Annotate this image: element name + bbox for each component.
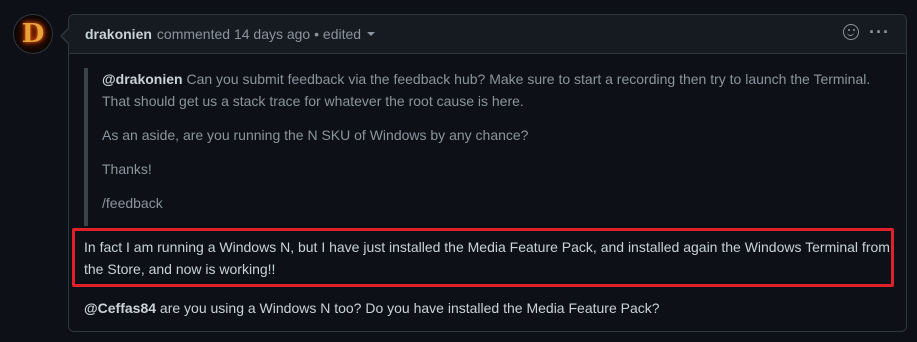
quote-paragraph-2: As an aside, are you running the N SKU o… — [102, 127, 529, 143]
quote-paragraph-1: @drakonien Can you submit feedback via t… — [102, 71, 871, 109]
mention-link[interactable]: @Ceffas84 — [84, 300, 156, 316]
avatar-logo: D — [21, 19, 45, 49]
edit-history-dropdown-icon[interactable] — [367, 32, 376, 36]
add-reaction-icon[interactable] — [843, 24, 860, 40]
comment-meta[interactable]: commented 14 days ago • edited — [157, 26, 361, 42]
quoted-reply: @drakonien Can you submit feedback via t… — [84, 68, 894, 226]
comment-header: drakonien commented 14 days ago • edited… — [69, 15, 906, 54]
reply-paragraph-highlighted: In fact I am running a Windows N, but I … — [84, 239, 890, 277]
quote-paragraph-4: /feedback — [102, 195, 163, 211]
header-actions: ··· — [843, 23, 890, 41]
quote-paragraph-3: Thanks! — [102, 161, 152, 177]
mention-link[interactable]: @drakonien — [102, 71, 183, 87]
comment-pointer-inner — [62, 29, 69, 43]
avatar[interactable]: D — [13, 14, 53, 54]
reply-paragraph-followup: @Ceffas84 are you using a Windows N too?… — [84, 300, 660, 316]
more-options-icon[interactable]: ··· — [869, 23, 890, 41]
author-link[interactable]: drakonien — [85, 26, 152, 42]
comment-thread: D drakonien commented 14 days ago • edit… — [0, 0, 917, 342]
